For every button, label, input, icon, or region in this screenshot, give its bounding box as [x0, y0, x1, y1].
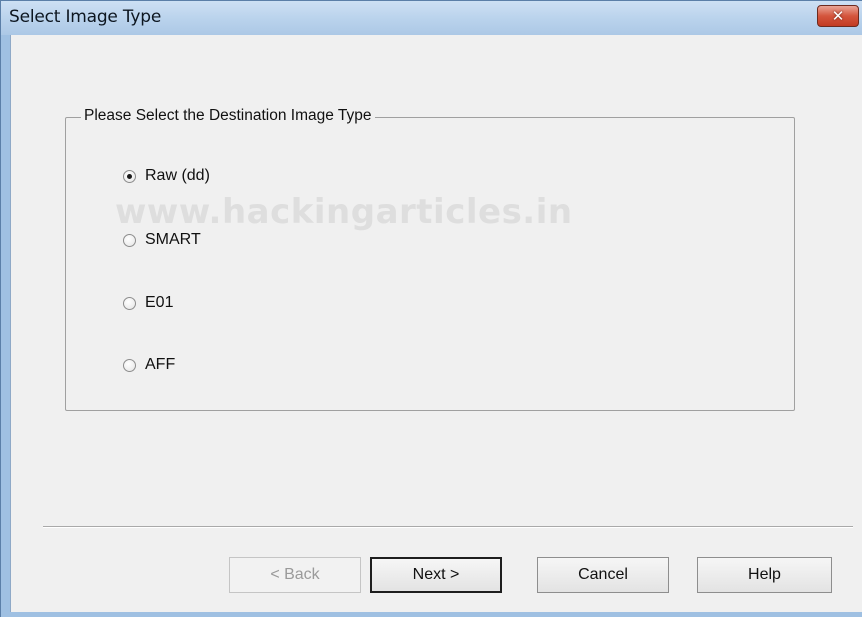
radio-button-smart[interactable]: [123, 233, 136, 247]
back-button[interactable]: < Back: [229, 557, 361, 593]
groupbox-legend: Please Select the Destination Image Type: [81, 107, 375, 125]
next-button[interactable]: Next >: [370, 557, 502, 593]
radio-button-raw[interactable]: [123, 169, 136, 183]
close-icon: ✕: [831, 7, 845, 25]
radio-button-e01[interactable]: [123, 296, 136, 310]
watermark-text: www.hackingarticles.in: [115, 192, 573, 232]
dialog-window: Select Image Type ✕ Please Select the De…: [0, 0, 862, 617]
radio-label-raw[interactable]: Raw (dd): [145, 167, 210, 185]
radio-label-smart[interactable]: SMART: [145, 231, 201, 249]
help-button[interactable]: Help: [697, 557, 832, 593]
footer-separator: [43, 526, 853, 528]
window-title: Select Image Type: [9, 7, 162, 27]
dialog-client-area: Please Select the Destination Image Type…: [10, 35, 862, 612]
radio-option-e01[interactable]: E01: [123, 291, 173, 315]
radio-label-aff[interactable]: AFF: [145, 356, 175, 374]
radio-option-aff[interactable]: AFF: [123, 353, 175, 377]
radio-option-smart[interactable]: SMART: [123, 228, 201, 252]
radio-option-raw[interactable]: Raw (dd): [123, 164, 210, 188]
radio-label-e01[interactable]: E01: [145, 294, 173, 312]
cancel-button[interactable]: Cancel: [537, 557, 669, 593]
radio-button-aff[interactable]: [123, 358, 136, 372]
title-bar[interactable]: Select Image Type ✕: [1, 1, 862, 35]
close-button[interactable]: ✕: [817, 5, 859, 27]
